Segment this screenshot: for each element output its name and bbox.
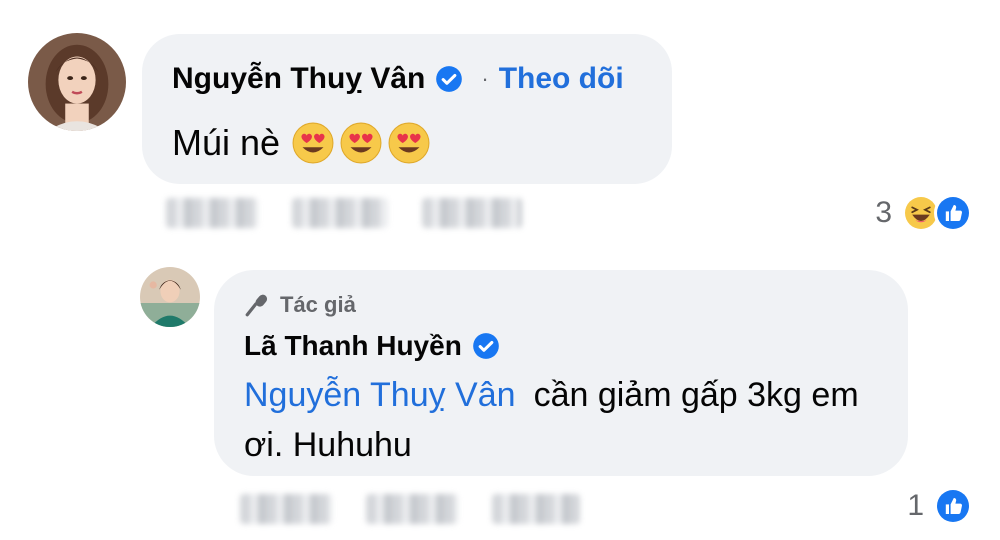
reply-author-name[interactable]: Lã Thanh Huyền [244,330,462,362]
author-name[interactable]: Nguyễn Thuỵ Vân [172,62,425,96]
author-badge: Tác giả [244,292,356,318]
blurred-action-time[interactable] [422,198,522,228]
blurred-action-time[interactable] [492,494,580,524]
blurred-action-like[interactable] [240,494,332,524]
verified-badge-icon [435,65,463,93]
heart-eyes-emoji-icon [340,122,382,164]
commenter-avatar[interactable] [28,33,126,131]
blurred-action-reply[interactable] [292,198,388,228]
comment-body: Múi nè [172,122,281,163]
reply-actions-blurred [240,494,580,524]
comment-bubble: Nguyễn Thuỵ Vân · Theo dõi Múi nè [142,34,672,184]
like-icon [934,487,972,525]
author-badge-label: Tác giả [280,292,356,317]
comment-actions-blurred [166,198,522,228]
reaction-count: 3 [875,196,892,229]
reply-author-avatar[interactable] [140,267,200,327]
reply-text: Nguyễn Thuỵ Vân cần giảm gấp 3kg em ơi. H… [244,370,894,470]
heart-eyes-emoji-icon [292,122,334,164]
blurred-action-reply[interactable] [366,494,458,524]
reaction-summary[interactable]: 3 [875,194,972,232]
blurred-action-like[interactable] [166,198,258,228]
reply-header: Lã Thanh Huyền [244,330,500,362]
follow-button[interactable]: Theo dõi [499,62,624,96]
mention-link[interactable]: Nguyễn Thuỵ Vân [244,376,516,414]
heart-eyes-emoji-icon [388,122,430,164]
like-icon [934,194,972,232]
reply-reaction-summary[interactable]: 1 [907,487,972,525]
microphone-icon [244,292,270,318]
separator-dot: · [481,66,489,91]
verified-badge-icon [472,332,500,360]
reaction-count: 1 [907,489,924,522]
comment-header: Nguyễn Thuỵ Vân · Theo dõi [172,62,624,96]
reply-bubble: Tác giả Lã Thanh Huyền Nguyễn Thuỵ Vân cầ… [214,270,908,476]
comment-text: Múi nè [172,122,430,164]
